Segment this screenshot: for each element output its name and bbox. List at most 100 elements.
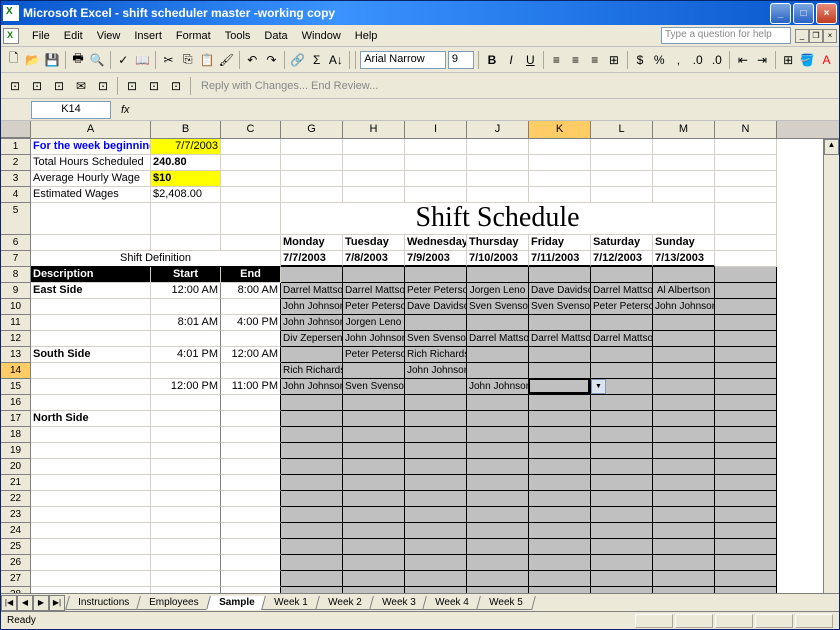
italic-icon[interactable]: I [503,50,520,70]
increase-indent-icon[interactable]: ⇥ [753,50,770,70]
cell[interactable] [405,139,467,155]
cell[interactable] [151,491,221,507]
cell[interactable] [715,459,777,475]
row-header-19[interactable]: 19 [1,443,31,459]
cell[interactable] [591,363,653,379]
cell[interactable] [653,379,715,395]
cell[interactable] [529,171,591,187]
column-header-A[interactable]: A [31,121,151,138]
cell[interactable] [221,507,281,523]
minimize-button[interactable]: _ [770,3,791,24]
cell[interactable] [529,315,591,331]
review-icon-2[interactable]: ⊡ [27,76,47,96]
cell[interactable]: Rich Richardson [405,347,467,363]
fx-icon[interactable]: fx [121,104,130,116]
cell[interactable]: Total Hours Scheduled [31,155,151,171]
cell[interactable]: $2,408.00 [151,187,221,203]
cell[interactable]: Darrel Mattson [591,331,653,347]
cell[interactable] [715,155,777,171]
cell[interactable] [281,427,343,443]
cell[interactable]: 11:00 PM [221,379,281,395]
cell[interactable]: Description [31,267,151,283]
cell[interactable]: Div Zepersen [281,331,343,347]
cell[interactable]: Darrel Mattson [529,331,591,347]
cell[interactable] [591,571,653,587]
column-header-B[interactable]: B [151,121,221,138]
cell[interactable] [281,587,343,593]
cell[interactable] [31,555,151,571]
cell[interactable] [653,571,715,587]
cell[interactable]: Al Albertson [653,283,715,299]
row-header-6[interactable]: 6 [1,235,31,251]
cell[interactable] [715,539,777,555]
cell[interactable] [281,507,343,523]
cell[interactable] [31,539,151,555]
cell[interactable]: Peter Peterson [343,347,405,363]
cell[interactable] [221,187,281,203]
cell[interactable] [281,139,343,155]
menu-help[interactable]: Help [348,28,385,44]
menu-view[interactable]: View [90,28,128,44]
print-icon[interactable]: 🖶 [69,50,86,70]
cell[interactable] [405,411,467,427]
sheet-tab-week-5[interactable]: Week 5 [476,596,535,610]
cell[interactable] [405,571,467,587]
row-header-14[interactable]: 14 [1,363,31,379]
cell[interactable] [405,587,467,593]
cell[interactable] [591,155,653,171]
cell[interactable]: Sven Svenson [529,299,591,315]
cell[interactable] [405,523,467,539]
cell[interactable] [653,139,715,155]
cell[interactable] [715,363,777,379]
cell[interactable] [281,411,343,427]
sheet-tab-week-1[interactable]: Week 1 [261,596,320,610]
cell[interactable] [343,187,405,203]
cell[interactable] [151,523,221,539]
review-icon-7[interactable]: ⊡ [144,76,164,96]
row-header-10[interactable]: 10 [1,299,31,315]
new-icon[interactable]: 🗋 [5,50,22,70]
cell[interactable] [31,459,151,475]
cell[interactable] [715,299,777,315]
cell[interactable]: Peter Peterson [591,299,653,315]
cell[interactable] [281,571,343,587]
cell[interactable]: Start [151,267,221,283]
sheet-tab-week-3[interactable]: Week 3 [369,596,428,610]
undo-icon[interactable]: ↶ [244,50,261,70]
cell[interactable]: Saturday [591,235,653,251]
row-header-12[interactable]: 12 [1,331,31,347]
cell[interactable] [653,155,715,171]
cell[interactable] [653,347,715,363]
cell[interactable] [715,475,777,491]
cell[interactable] [591,443,653,459]
cell[interactable] [529,523,591,539]
cell[interactable] [529,507,591,523]
cell[interactable] [467,395,529,411]
cell[interactable] [715,411,777,427]
cell[interactable] [281,459,343,475]
cell-dropdown-icon[interactable]: ▼ [591,379,606,394]
research-icon[interactable]: 📖 [134,50,151,70]
cell[interactable] [343,587,405,593]
column-header-G[interactable]: G [281,121,343,138]
cell[interactable] [405,507,467,523]
row-header-24[interactable]: 24 [1,523,31,539]
cell[interactable] [343,571,405,587]
cell[interactable]: Estimated Wages [31,187,151,203]
cell[interactable] [221,155,281,171]
review-icon-4[interactable]: ✉ [71,76,91,96]
cell[interactable] [529,155,591,171]
column-header-N[interactable]: N [715,121,777,138]
cell[interactable] [151,475,221,491]
cell[interactable] [467,427,529,443]
cell[interactable]: For the week beginning: [31,139,151,155]
tab-last-icon[interactable]: ▶| [49,595,65,611]
cell[interactable] [343,395,405,411]
column-header-J[interactable]: J [467,121,529,138]
cell[interactable] [151,235,221,251]
cell[interactable] [343,411,405,427]
cell[interactable]: 7/7/2003 [281,251,343,267]
column-header-L[interactable]: L [591,121,653,138]
help-search-input[interactable]: Type a question for help [661,27,791,44]
cell[interactable]: 240.80 [151,155,221,171]
